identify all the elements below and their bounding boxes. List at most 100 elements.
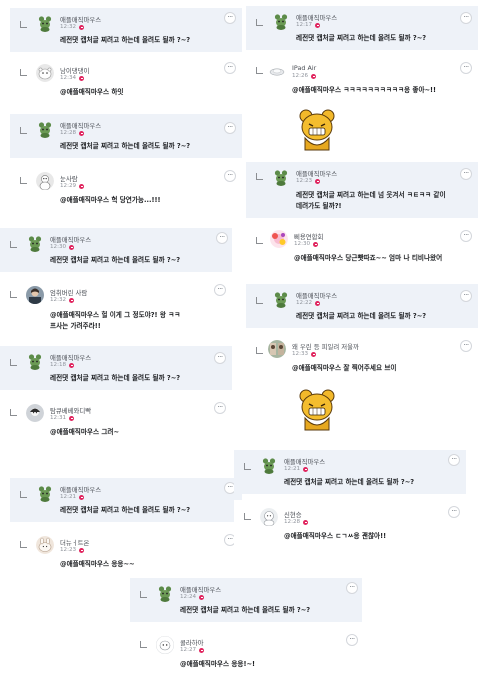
- avatar[interactable]: [26, 286, 44, 304]
- avatar[interactable]: [36, 484, 54, 502]
- time-text: 12:17: [296, 22, 313, 28]
- reply-indent-icon: [10, 291, 17, 298]
- reply-card: 눈사람 12:29 @애플매직마우스 헉 당연가능...!!! ···: [10, 164, 242, 210]
- more-options-button[interactable]: ···: [224, 170, 236, 182]
- comment-author[interactable]: 탐큐베베와디빡: [50, 406, 91, 415]
- more-options-button[interactable]: ···: [214, 352, 226, 364]
- comment-text: @애플매직마우스 ㅋㅋㅋㅋㅋㅋㅋㅋㅋㅋ응 좋아~!!: [292, 86, 437, 94]
- comment-author[interactable]: 신현승: [284, 510, 302, 519]
- reply-indent-icon: [20, 21, 27, 28]
- comment-time: 12:30: [50, 244, 75, 250]
- comment-author[interactable]: 애플매직마우스: [50, 353, 91, 362]
- comment-author[interactable]: 애플매직마우스: [60, 15, 101, 24]
- avatar[interactable]: [268, 62, 286, 80]
- comment-time: 12:30: [294, 241, 319, 247]
- comment-author[interactable]: 애플매직마우스: [296, 291, 337, 300]
- more-options-button[interactable]: ···: [460, 168, 472, 180]
- time-text: 12:28: [284, 519, 301, 525]
- comment-author[interactable]: IPad Air: [292, 64, 316, 72]
- avatar[interactable]: [36, 120, 54, 138]
- comment-author[interactable]: 애플매직마우스: [50, 235, 91, 244]
- time-text: 12:22: [296, 300, 313, 306]
- more-options-button[interactable]: ···: [214, 284, 226, 296]
- red-badge-icon: [79, 547, 85, 553]
- comment-author[interactable]: 콜라하아: [180, 638, 204, 647]
- comment-card: 애플매직마우스 12:17 레전댓 캡처글 찌려고 하는데 올려도 될까 ?~?…: [246, 6, 478, 50]
- comment-author[interactable]: 삐용연합회: [294, 232, 323, 241]
- comment-text-line-1: 레전댓 캡처글 찌려고 하는데 넘 웃겨서 ㅋㅌㅋㅋ 같이: [296, 191, 446, 199]
- time-text: 12:33: [292, 351, 309, 357]
- comment-time: 12:28: [60, 130, 85, 136]
- avatar[interactable]: [260, 508, 278, 526]
- reply-indent-icon: [20, 541, 27, 548]
- avatar[interactable]: [260, 456, 278, 474]
- more-options-button[interactable]: ···: [346, 582, 358, 594]
- more-options-button[interactable]: ···: [448, 454, 460, 466]
- comment-card: 애플매직마우스 12:22 레전댓 캡처글 찌려고 하는데 올려도 될까 ?~?…: [246, 284, 478, 328]
- comment-text: 레전댓 캡처글 찌려고 하는데 올려도 될까 ?~?: [60, 142, 191, 150]
- reply-indent-icon: [244, 463, 251, 470]
- comment-author[interactable]: 애플매직마우스: [60, 121, 101, 130]
- more-options-button[interactable]: ···: [460, 230, 472, 242]
- comment-author[interactable]: 남이댕댕이: [60, 66, 89, 75]
- comment-text: 레전댓 캡처글 찌려고 하는데 올려도 될까 ?~?: [284, 478, 415, 486]
- more-options-button[interactable]: ···: [460, 290, 472, 302]
- avatar[interactable]: [272, 290, 290, 308]
- comment-author[interactable]: 애플매직마우스: [296, 13, 337, 22]
- avatar[interactable]: [26, 352, 44, 370]
- comment-author[interactable]: 왜 우린 등 피일려 저울까: [292, 342, 359, 351]
- comment-author[interactable]: 애플매직마우스: [284, 457, 325, 466]
- avatar[interactable]: [156, 584, 174, 602]
- comment-author[interactable]: 애플매직마우스: [60, 485, 101, 494]
- comment-text: @애플매직마우스 ㄷㄱㅆ응 괜찮아!!: [284, 532, 387, 540]
- comment-text-line-2: 프사는 가려주라!!: [50, 322, 101, 330]
- reply-indent-icon: [20, 491, 27, 498]
- comment-author[interactable]: 눈사람: [60, 174, 78, 183]
- comment-author[interactable]: 엄취버린 사람: [50, 288, 87, 297]
- avatar[interactable]: [26, 234, 44, 252]
- avatar[interactable]: [272, 12, 290, 30]
- comment-author[interactable]: 애플매직마우스: [296, 169, 337, 178]
- reply-indent-icon: [256, 297, 263, 304]
- avatar[interactable]: [36, 536, 54, 554]
- time-text: 12:28: [60, 130, 77, 136]
- time-text: 12:32: [60, 24, 77, 30]
- time-text: 12:29: [60, 183, 77, 189]
- more-options-button[interactable]: ···: [224, 62, 236, 74]
- more-options-button[interactable]: ···: [460, 340, 472, 352]
- more-options-button[interactable]: ···: [216, 232, 228, 244]
- comment-text-line-2: 데려가도 될까?!: [296, 202, 342, 210]
- comment-time: 12:29: [60, 183, 85, 189]
- avatar[interactable]: [36, 172, 54, 190]
- comment-author[interactable]: 애플매직마우스: [180, 585, 221, 594]
- comment-author[interactable]: 더뉴ㅓ트온: [60, 538, 89, 547]
- more-options-button[interactable]: ···: [460, 62, 472, 74]
- more-options-button[interactable]: ···: [448, 506, 460, 518]
- reply-indent-icon: [10, 241, 17, 248]
- more-options-button[interactable]: ···: [214, 402, 226, 414]
- red-badge-icon: [79, 183, 85, 189]
- avatar[interactable]: [36, 14, 54, 32]
- comment-time: 12:31: [50, 415, 75, 421]
- time-text: 12:30: [294, 241, 311, 247]
- comment-time: 12:26: [292, 73, 317, 79]
- avatar[interactable]: [268, 340, 286, 358]
- reply-card: 콜라하아 12:27 @애플매직마우스 응응!~! ···: [130, 628, 362, 674]
- avatar[interactable]: [36, 64, 54, 82]
- reply-indent-icon: [10, 359, 17, 366]
- more-options-button[interactable]: ···: [460, 12, 472, 24]
- avatar[interactable]: [156, 636, 174, 654]
- avatar[interactable]: [272, 168, 290, 186]
- time-text: 12:30: [50, 244, 67, 250]
- avatar[interactable]: [26, 404, 44, 422]
- reply-indent-icon: [256, 19, 263, 26]
- comment-text: @애플매직마우스 그려~: [50, 428, 120, 436]
- avatar[interactable]: [270, 230, 288, 248]
- reply-indent-icon: [10, 409, 17, 416]
- more-options-button[interactable]: ···: [224, 12, 236, 24]
- more-options-button[interactable]: ···: [346, 634, 358, 646]
- red-badge-icon: [315, 178, 321, 184]
- comment-card: 애플매직마우스 12:28 레전댓 캡처글 찌려고 하는데 올려도 될까 ?~?…: [10, 114, 242, 158]
- red-badge-icon: [69, 244, 75, 250]
- more-options-button[interactable]: ···: [224, 122, 236, 134]
